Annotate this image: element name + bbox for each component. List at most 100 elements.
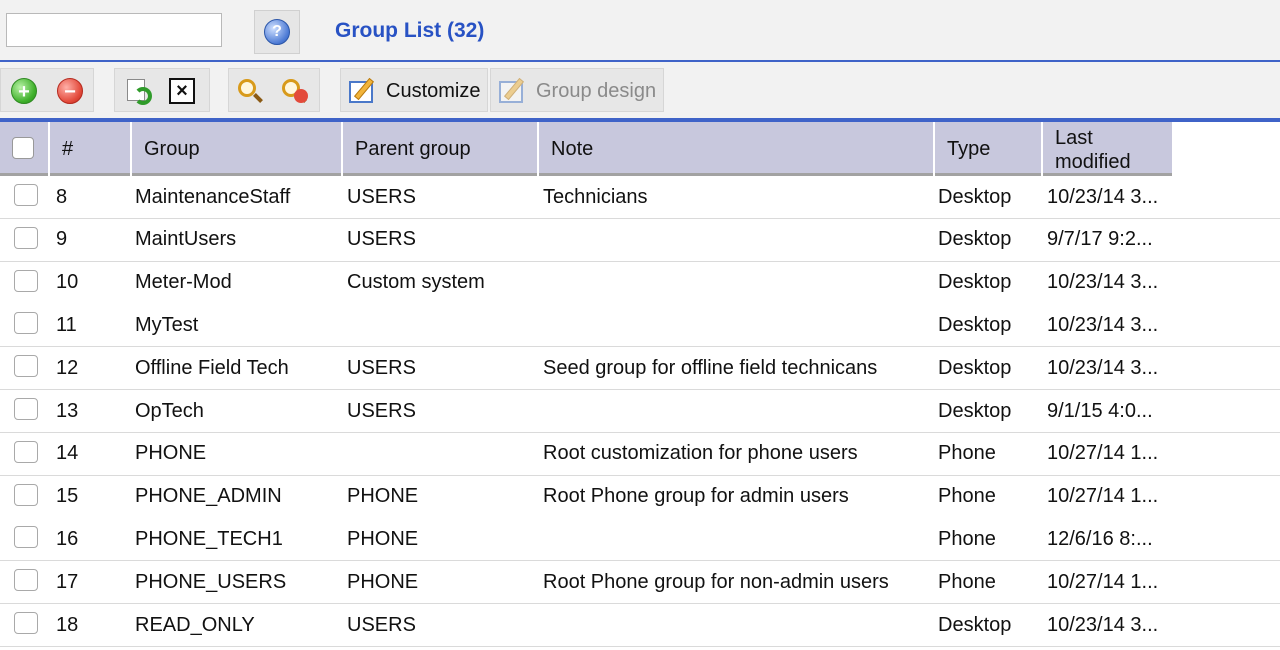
- row-last-modified: 9/1/15 4:0...: [1047, 399, 1153, 422]
- row-last-modified: 10/27/14 1...: [1047, 485, 1159, 508]
- row-note: Root customization for phone users: [543, 442, 858, 465]
- row-checkbox[interactable]: [14, 398, 38, 420]
- table-row[interactable]: 11 MyTest Desktop 10/23/14 3...: [0, 304, 1280, 348]
- row-checkbox[interactable]: [14, 226, 38, 249]
- table-row[interactable]: 12 Offline Field Tech USERS Seed group for …: [0, 347, 1280, 391]
- row-parent-group: PHONE: [347, 570, 419, 593]
- toolbar-refresh-clear-group: ×: [114, 68, 210, 112]
- column-header-parent-group[interactable]: Parent group: [341, 122, 537, 176]
- add-button[interactable]: +: [7, 74, 41, 108]
- search-input[interactable]: [6, 13, 222, 47]
- row-parent-group: USERS: [347, 613, 416, 636]
- row-note: [543, 390, 931, 432]
- minus-circle-icon: −: [57, 78, 83, 104]
- row-id: 13: [56, 399, 79, 422]
- toolbar-search-group: [228, 68, 320, 112]
- table-row[interactable]: 8 MaintenanceStaff USERS Technicians Desktop…: [0, 176, 1280, 219]
- column-header-number[interactable]: #: [48, 122, 130, 176]
- row-last-modified: 10/23/14 3...: [1047, 613, 1159, 636]
- row-group: PHONE_USERS: [135, 570, 287, 593]
- table-row[interactable]: 9 MaintUsers USERS Desktop 9/7/17 9:2...: [0, 218, 1280, 262]
- select-all-checkbox[interactable]: [12, 137, 34, 159]
- row-last-modified: 10/23/14 3...: [1047, 356, 1159, 379]
- table-row[interactable]: 17 PHONE_USERS PHONE Root Phone group for n…: [0, 561, 1280, 605]
- toolbar-add-remove-group: + −: [0, 68, 94, 112]
- row-id: 16: [56, 527, 79, 550]
- row-last-modified: 10/23/14 3...: [1047, 271, 1159, 294]
- group-design-icon: [499, 77, 527, 105]
- table-row[interactable]: 13 OpTech USERS Desktop 9/1/15 4:0...: [0, 390, 1280, 433]
- table-row[interactable]: 10 Meter-Mod Custom system Desktop 10/23/14 …: [0, 261, 1280, 305]
- row-note: [543, 219, 931, 261]
- row-id: 15: [56, 485, 79, 508]
- row-parent-group: USERS: [347, 399, 416, 422]
- row-type: Desktop: [938, 313, 1012, 336]
- row-id: 17: [56, 570, 79, 593]
- customize-label: Customize: [386, 80, 481, 102]
- row-checkbox[interactable]: [14, 440, 38, 463]
- customize-button[interactable]: Customize: [340, 68, 488, 112]
- close-box-icon: ×: [169, 78, 195, 104]
- row-checkbox[interactable]: [14, 269, 38, 292]
- header-bar: # Group Parent group Note Type Last modi…: [0, 122, 1172, 176]
- row-parent-group: [347, 433, 535, 475]
- row-note: Technicians: [543, 185, 648, 208]
- column-header-note[interactable]: Note: [537, 122, 933, 176]
- table-row[interactable]: 14 PHONE Root customization for phone user…: [0, 432, 1280, 476]
- row-parent-group: PHONE: [347, 527, 419, 550]
- row-type: Desktop: [938, 356, 1012, 379]
- row-note: Root Phone group for admin users: [543, 485, 849, 508]
- row-parent-group: PHONE: [347, 485, 419, 508]
- page-title: Group List (32): [335, 19, 485, 42]
- column-header-last-modified[interactable]: Last modified: [1041, 122, 1172, 176]
- magnifier-minus-icon: [280, 77, 308, 105]
- table-header: # Group Parent group Note Type Last modi…: [0, 118, 1280, 176]
- table-row[interactable]: 15 PHONE_ADMIN PHONE Root Phone group for a…: [0, 475, 1280, 519]
- row-id: 18: [56, 613, 79, 636]
- row-group: MaintenanceStaff: [135, 185, 291, 208]
- row-id: 8: [56, 185, 68, 208]
- row-parent-group: USERS: [347, 356, 416, 379]
- row-note: [543, 604, 931, 646]
- refresh-button[interactable]: [121, 74, 155, 108]
- help-button[interactable]: ?: [254, 10, 300, 54]
- row-checkbox[interactable]: [14, 184, 38, 206]
- row-checkbox[interactable]: [14, 526, 38, 549]
- row-last-modified: 10/23/14 3...: [1047, 313, 1159, 336]
- clear-search-button[interactable]: [277, 74, 311, 108]
- table-row[interactable]: 18 READ_ONLY USERS Desktop 10/23/14 3...: [0, 604, 1280, 647]
- row-id: 14: [56, 442, 79, 465]
- question-circle-icon: ?: [264, 19, 290, 45]
- row-type: Desktop: [938, 228, 1012, 251]
- row-group: OpTech: [135, 399, 204, 422]
- column-header-group[interactable]: Group: [130, 122, 341, 176]
- row-type: Phone: [938, 527, 996, 550]
- row-last-modified: 12/6/16 8:...: [1047, 527, 1153, 550]
- remove-button[interactable]: −: [53, 74, 87, 108]
- clear-button[interactable]: ×: [165, 74, 199, 108]
- row-type: Desktop: [938, 613, 1012, 636]
- row-id: 10: [56, 271, 79, 294]
- group-design-label: Group design: [536, 80, 657, 102]
- row-parent-group: Custom system: [347, 271, 485, 294]
- top-bar: ? Group List (32): [0, 0, 1280, 62]
- row-last-modified: 10/27/14 1...: [1047, 570, 1159, 593]
- row-checkbox[interactable]: [14, 569, 38, 592]
- row-group: Offline Field Tech: [135, 356, 289, 379]
- row-note: [543, 518, 931, 560]
- row-checkbox[interactable]: [14, 483, 38, 506]
- search-button[interactable]: [233, 74, 267, 108]
- plus-circle-icon: +: [11, 78, 37, 104]
- column-header-type[interactable]: Type: [933, 122, 1041, 176]
- group-design-button[interactable]: Group design: [490, 68, 664, 112]
- row-checkbox[interactable]: [14, 612, 38, 634]
- customize-icon: [349, 77, 377, 105]
- row-group: Meter-Mod: [135, 271, 232, 294]
- row-checkbox[interactable]: [14, 312, 38, 335]
- row-type: Desktop: [938, 185, 1012, 208]
- row-type: Desktop: [938, 271, 1012, 294]
- row-checkbox[interactable]: [14, 355, 38, 378]
- row-last-modified: 10/23/14 3...: [1047, 185, 1159, 208]
- table-row[interactable]: 16 PHONE_TECH1 PHONE Phone 12/6/16 8:...: [0, 518, 1280, 562]
- row-note: Root Phone group for non-admin users: [543, 570, 889, 593]
